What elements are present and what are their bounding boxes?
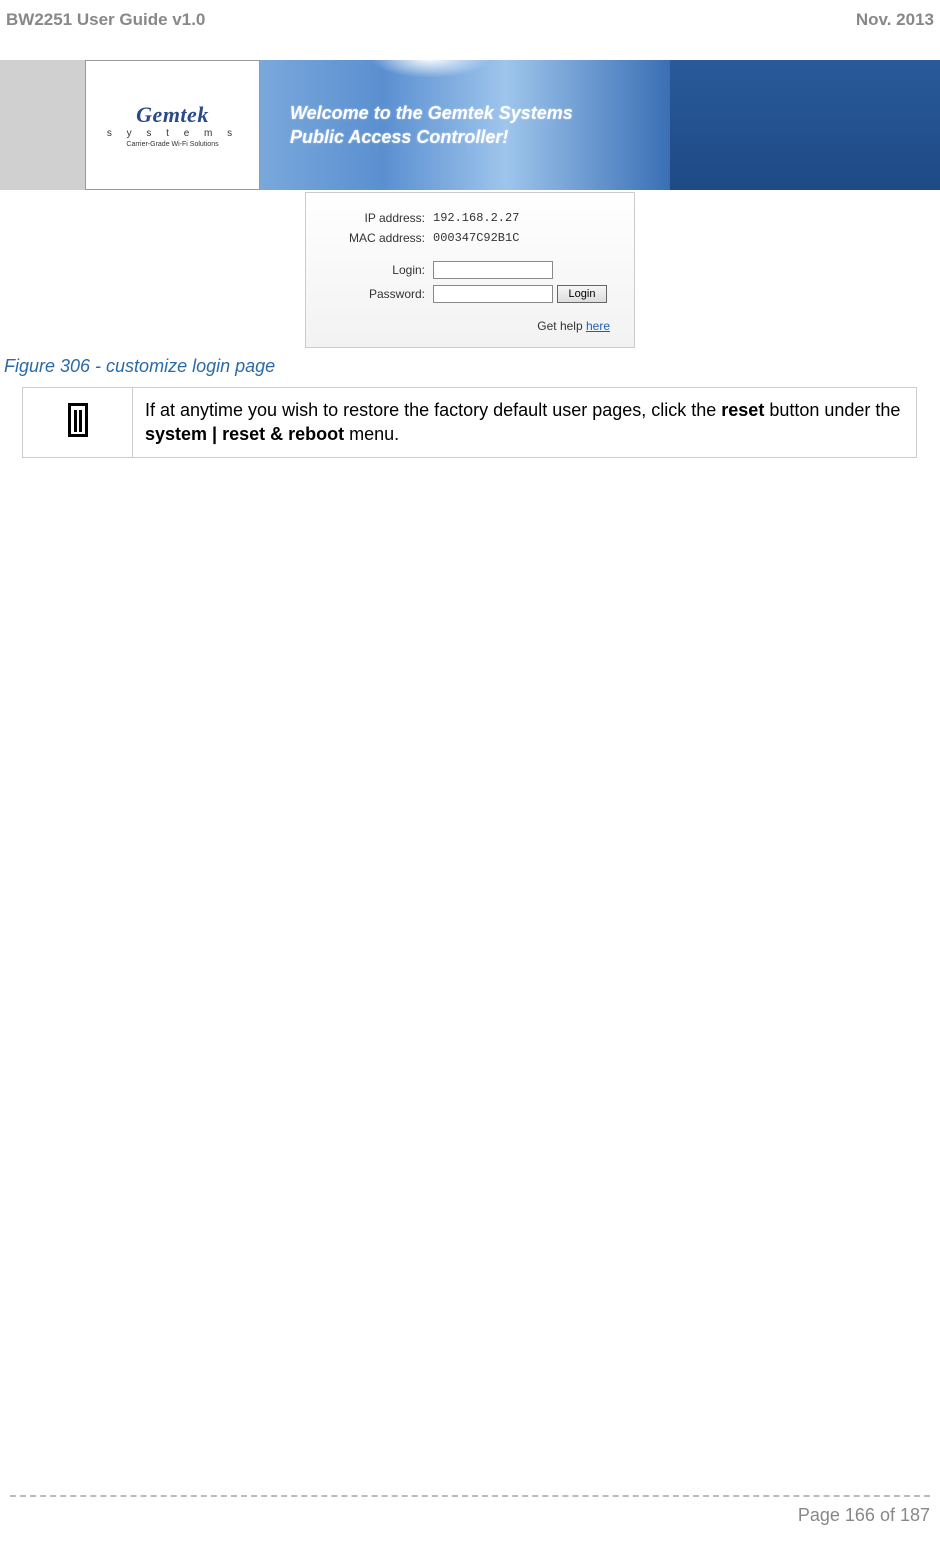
- banner: Gemtek s y s t e m s Carrier-Grade Wi-Fi…: [0, 60, 940, 190]
- welcome-line-1: Welcome to the Gemtek Systems: [290, 103, 573, 123]
- password-input[interactable]: [433, 285, 553, 303]
- doc-date: Nov. 2013: [856, 10, 934, 30]
- login-input[interactable]: [433, 261, 553, 279]
- password-field-row: Password: Login: [330, 285, 610, 303]
- page-footer: Page 166 of 187: [0, 1495, 940, 1526]
- info-icon-cell: [23, 388, 133, 458]
- mac-value: 000347C92B1C: [433, 231, 519, 245]
- info-reset: reset: [721, 400, 764, 420]
- cloud-decoration: [370, 38, 490, 78]
- info-icon: [68, 403, 88, 437]
- footer-separator: [10, 1495, 930, 1497]
- page-header: BW2251 User Guide v1.0 Nov. 2013: [0, 0, 940, 30]
- banner-sky: Welcome to the Gemtek Systems Public Acc…: [260, 60, 670, 190]
- info-prefix: If at anytime you wish to restore the fa…: [145, 400, 721, 420]
- gemtek-systems: s y s t e m s: [107, 128, 238, 139]
- ip-value: 192.168.2.27: [433, 211, 519, 225]
- info-path: system | reset & reboot: [145, 424, 344, 444]
- login-box: IP address: 192.168.2.27 MAC address: 00…: [305, 192, 635, 348]
- login-screenshot: Gemtek s y s t e m s Carrier-Grade Wi-Fi…: [0, 60, 940, 348]
- page-number: Page 166 of 187: [10, 1505, 930, 1526]
- help-link[interactable]: here: [586, 319, 610, 333]
- login-box-wrap: IP address: 192.168.2.27 MAC address: 00…: [0, 192, 940, 348]
- info-note-table: If at anytime you wish to restore the fa…: [22, 387, 917, 458]
- info-suffix: menu.: [344, 424, 399, 444]
- ip-label: IP address:: [330, 211, 425, 225]
- welcome-line-2: Public Access Controller!: [290, 127, 508, 147]
- password-label: Password:: [330, 287, 425, 301]
- banner-left-grey: [0, 60, 85, 190]
- login-button[interactable]: Login: [557, 285, 607, 303]
- info-mid: button under the: [764, 400, 900, 420]
- mac-label: MAC address:: [330, 231, 425, 245]
- info-note-text: If at anytime you wish to restore the fa…: [133, 388, 917, 458]
- ip-row: IP address: 192.168.2.27: [330, 211, 610, 225]
- figure-caption: Figure 306 - customize login page: [4, 356, 940, 377]
- mac-row: MAC address: 000347C92B1C: [330, 231, 610, 245]
- help-text: Get help: [537, 319, 586, 333]
- help-row: Get help here: [330, 319, 610, 333]
- login-label: Login:: [330, 263, 425, 277]
- doc-title: BW2251 User Guide v1.0: [6, 10, 205, 30]
- login-field-row: Login:: [330, 261, 610, 279]
- gemtek-logo: Gemtek: [136, 102, 209, 128]
- banner-right-blue: [670, 60, 940, 190]
- logo-box: Gemtek s y s t e m s Carrier-Grade Wi-Fi…: [85, 60, 260, 190]
- spacer: [330, 251, 610, 261]
- gemtek-tagline: Carrier-Grade Wi-Fi Solutions: [126, 141, 218, 148]
- welcome-title: Welcome to the Gemtek Systems Public Acc…: [290, 101, 573, 150]
